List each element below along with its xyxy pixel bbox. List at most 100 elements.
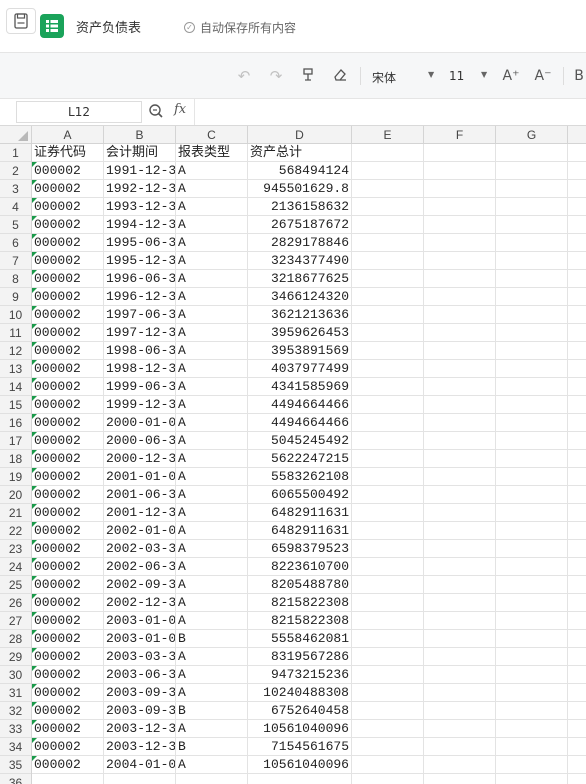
empty-cell[interactable] (568, 504, 586, 522)
empty-cell[interactable] (496, 396, 568, 414)
column-header[interactable]: C (176, 126, 248, 144)
empty-cell[interactable] (424, 666, 496, 684)
row-header[interactable]: 5 (0, 216, 31, 234)
empty-cell[interactable] (496, 324, 568, 342)
period-cell[interactable]: 1997-12-3 (104, 324, 176, 342)
format-painter-icon[interactable] (298, 67, 318, 87)
period-cell[interactable]: 1991-12-3 (104, 162, 176, 180)
empty-cell[interactable] (568, 594, 586, 612)
empty-cell[interactable] (496, 648, 568, 666)
total-assets-cell[interactable]: 5045245492 (248, 432, 352, 450)
security-code-cell[interactable]: 000002 (32, 522, 104, 540)
row-header[interactable]: 26 (0, 594, 31, 612)
security-code-cell[interactable]: 000002 (32, 738, 104, 756)
total-assets-cell[interactable]: 4341585969 (248, 378, 352, 396)
empty-cell[interactable] (424, 540, 496, 558)
report-type-cell[interactable]: A (176, 432, 248, 450)
empty-cell[interactable] (568, 252, 586, 270)
report-type-cell[interactable]: A (176, 342, 248, 360)
empty-cell[interactable] (352, 288, 424, 306)
empty-cell[interactable] (568, 612, 586, 630)
report-type-cell[interactable]: A (176, 594, 248, 612)
empty-cell[interactable] (424, 252, 496, 270)
empty-cell[interactable] (568, 432, 586, 450)
row-header[interactable]: 10 (0, 306, 31, 324)
empty-cell[interactable] (496, 738, 568, 756)
total-assets-cell[interactable]: 9473215236 (248, 666, 352, 684)
empty-cell[interactable] (424, 486, 496, 504)
empty-cell[interactable] (424, 270, 496, 288)
report-type-cell[interactable]: A (176, 468, 248, 486)
total-assets-cell[interactable]: 7154561675 (248, 738, 352, 756)
empty-cell[interactable] (424, 594, 496, 612)
period-cell[interactable]: 2001-06-3 (104, 486, 176, 504)
report-type-cell[interactable]: A (176, 162, 248, 180)
empty-cell[interactable] (496, 378, 568, 396)
empty-cell[interactable] (496, 342, 568, 360)
empty-cell[interactable] (496, 756, 568, 774)
row-header[interactable]: 18 (0, 450, 31, 468)
period-cell[interactable]: 2003-09-3 (104, 684, 176, 702)
period-cell[interactable]: 1996-06-3 (104, 270, 176, 288)
report-type-cell[interactable]: B (176, 738, 248, 756)
total-assets-cell[interactable]: 8319567286 (248, 648, 352, 666)
row-header[interactable]: 13 (0, 360, 31, 378)
empty-cell[interactable] (352, 378, 424, 396)
empty-cell[interactable] (424, 180, 496, 198)
total-assets-cell[interactable]: 8205488780 (248, 576, 352, 594)
report-type-cell[interactable]: A (176, 720, 248, 738)
total-assets-cell[interactable]: 6065500492 (248, 486, 352, 504)
period-cell[interactable]: 2000-12-3 (104, 450, 176, 468)
empty-cell[interactable] (568, 756, 586, 774)
chevron-down-icon[interactable]: ▼ (481, 70, 487, 79)
row-header[interactable]: 29 (0, 648, 31, 666)
empty-cell[interactable] (568, 666, 586, 684)
row-header[interactable]: 35 (0, 756, 31, 774)
empty-cell[interactable] (568, 378, 586, 396)
empty-cell[interactable] (496, 216, 568, 234)
row-header[interactable]: 25 (0, 576, 31, 594)
total-assets-cell[interactable]: 3466124320 (248, 288, 352, 306)
header-cell[interactable]: 资产总计 (248, 144, 352, 162)
period-cell[interactable]: 2001-12-3 (104, 504, 176, 522)
total-assets-cell[interactable]: 568494124 (248, 162, 352, 180)
period-cell[interactable]: 1995-06-3 (104, 234, 176, 252)
security-code-cell[interactable]: 000002 (32, 324, 104, 342)
report-type-cell[interactable]: A (176, 324, 248, 342)
row-header[interactable]: 30 (0, 666, 31, 684)
empty-cell[interactable] (568, 216, 586, 234)
security-code-cell[interactable]: 000002 (32, 216, 104, 234)
empty-cell[interactable] (568, 288, 586, 306)
empty-cell[interactable] (568, 396, 586, 414)
empty-cell[interactable] (424, 396, 496, 414)
row-header[interactable]: 12 (0, 342, 31, 360)
security-code-cell[interactable]: 000002 (32, 378, 104, 396)
empty-cell[interactable] (496, 234, 568, 252)
name-box[interactable]: L12 (16, 101, 142, 123)
column-header[interactable]: D (248, 126, 352, 144)
empty-cell[interactable] (424, 738, 496, 756)
empty-cell[interactable] (424, 774, 496, 784)
period-cell[interactable]: 1998-06-3 (104, 342, 176, 360)
empty-cell[interactable] (568, 342, 586, 360)
empty-cell[interactable] (496, 414, 568, 432)
period-cell[interactable]: 1998-12-3 (104, 360, 176, 378)
empty-cell[interactable] (352, 486, 424, 504)
empty-cell[interactable] (496, 450, 568, 468)
empty-cell[interactable] (352, 306, 424, 324)
report-type-cell[interactable]: A (176, 216, 248, 234)
empty-cell[interactable] (352, 504, 424, 522)
total-assets-cell[interactable]: 6752640458 (248, 702, 352, 720)
period-cell[interactable]: 1992-12-3 (104, 180, 176, 198)
report-type-cell[interactable]: A (176, 540, 248, 558)
column-header[interactable]: B (104, 126, 176, 144)
report-type-cell[interactable]: A (176, 306, 248, 324)
security-code-cell[interactable]: 000002 (32, 306, 104, 324)
empty-cell[interactable] (352, 324, 424, 342)
redo-icon[interactable]: ↷ (266, 67, 286, 85)
period-cell[interactable]: 2003-03-3 (104, 648, 176, 666)
report-type-cell[interactable]: A (176, 666, 248, 684)
empty-cell[interactable] (424, 684, 496, 702)
period-cell[interactable]: 2003-12-3 (104, 720, 176, 738)
chevron-down-icon[interactable]: ▼ (428, 70, 434, 79)
